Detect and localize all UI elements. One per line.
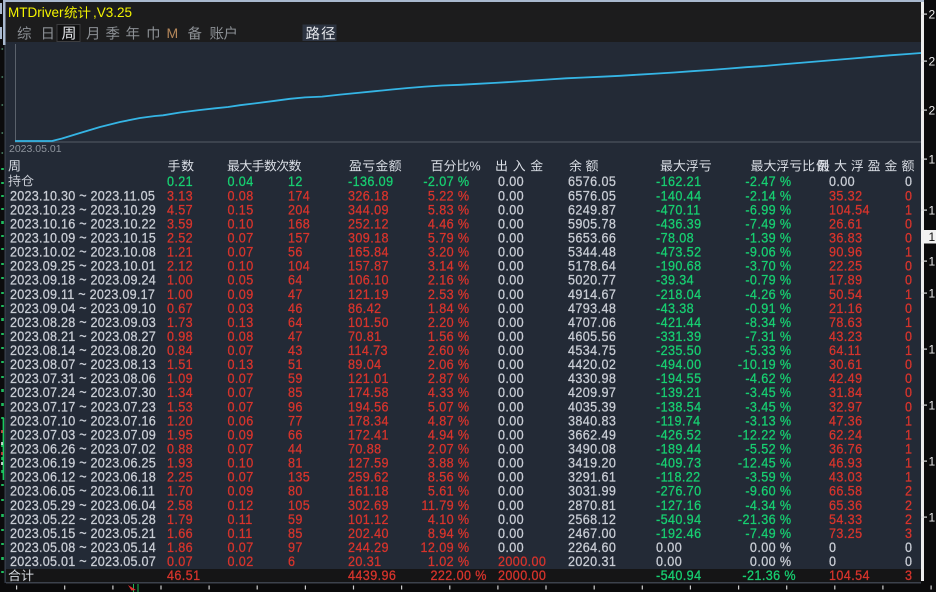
svg-text:0.02: 0.02: [228, 553, 254, 569]
svg-text:2: 2: [929, 104, 936, 118]
svg-text:46.51: 46.51: [167, 567, 200, 583]
svg-text:1: 1: [929, 204, 936, 218]
svg-text:1: 1: [929, 455, 936, 469]
svg-text:4439.96: 4439.96: [348, 567, 396, 583]
svg-text:M: M: [167, 25, 179, 41]
svg-text:222.00 %: 222.00 %: [431, 567, 487, 583]
svg-text:1: 1: [929, 511, 936, 525]
svg-text:,V3.25: ,V3.25: [93, 5, 132, 20]
svg-text:104.54: 104.54: [829, 567, 870, 583]
svg-text:1: 1: [929, 230, 936, 244]
svg-text:3: 3: [905, 567, 912, 583]
svg-text:2000.00: 2000.00: [498, 567, 546, 583]
svg-text:1: 1: [929, 153, 936, 167]
svg-text:2: 2: [929, 55, 936, 69]
svg-text:2: 2: [929, 8, 936, 22]
svg-text:2023.05.01 ~ 2023.05.07: 2023.05.01 ~ 2023.05.07: [10, 553, 156, 569]
svg-text:1: 1: [929, 287, 936, 301]
svg-text:1: 1: [929, 255, 936, 269]
svg-text:1: 1: [929, 343, 936, 357]
svg-text:2023.05.01: 2023.05.01: [9, 143, 62, 155]
svg-text:MTDriver: MTDriver: [8, 5, 64, 20]
svg-text:%: %: [470, 160, 481, 174]
svg-text:1: 1: [929, 399, 936, 413]
svg-text:2020.31: 2020.31: [568, 553, 616, 569]
svg-text:6: 6: [288, 553, 295, 569]
svg-text:-21.36 %: -21.36 %: [742, 567, 796, 583]
svg-text:-540.94: -540.94: [656, 567, 702, 583]
